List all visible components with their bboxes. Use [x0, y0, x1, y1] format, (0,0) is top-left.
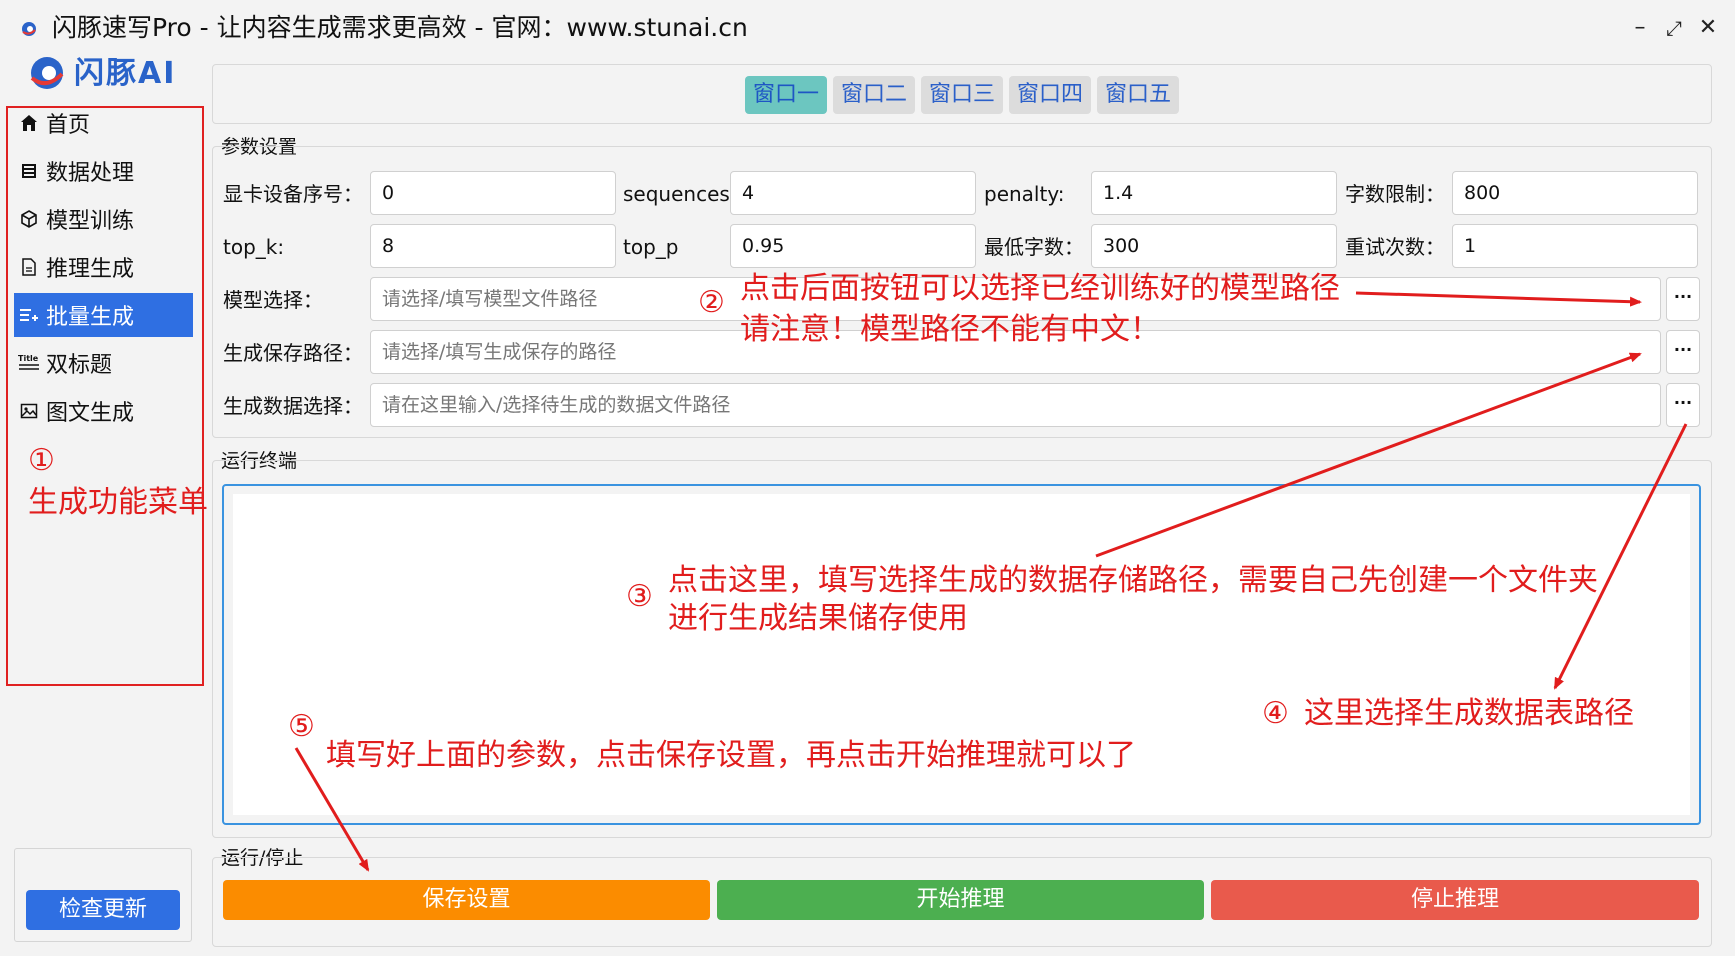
top-k-input[interactable]: 8 [370, 224, 616, 268]
tab-window-4[interactable]: 窗口四 [1009, 76, 1091, 114]
sidebar-item-batch-generate[interactable]: 批量生成 [14, 293, 193, 337]
sidebar-item-label: 推理生成 [46, 257, 135, 282]
annotation-3-line2: 进行生成结果储存使用 [668, 601, 968, 636]
annotation-2-line1: 点击后面按钮可以选择已经训练好的模型路径 [740, 271, 1340, 306]
gpu-index-input[interactable]: 0 [370, 171, 616, 215]
sidebar-item-label: 数据处理 [46, 161, 135, 186]
sidebar-item-label: 批量生成 [46, 305, 135, 330]
tab-window-2[interactable]: 窗口二 [833, 76, 915, 114]
sidebar-item-image-text[interactable]: 图文生成 [14, 389, 193, 433]
cube-icon [18, 208, 40, 230]
tab-window-1[interactable]: 窗口一 [745, 76, 827, 114]
annotation-5-number: ⑤ [288, 709, 315, 744]
sidebar-item-label: 双标题 [46, 353, 113, 378]
start-inference-button[interactable]: 开始推理 [717, 880, 1204, 920]
word-limit-input[interactable]: 800 [1452, 171, 1698, 215]
home-icon [18, 112, 40, 134]
close-icon[interactable]: ✕ [1694, 14, 1722, 42]
retry-count-label: 重试次数： [1345, 235, 1445, 259]
check-update-button[interactable]: 检查更新 [26, 890, 180, 930]
min-words-label: 最低字数： [984, 235, 1084, 259]
top-k-label: top_k: [223, 235, 285, 259]
sidebar-item-dual-title[interactable]: Title 双标题 [14, 341, 193, 385]
svg-text:Title: Title [18, 354, 39, 363]
document-icon [18, 256, 40, 278]
save-settings-button[interactable]: 保存设置 [223, 880, 710, 920]
annotation-3-line1: 点击这里，填写选择生成的数据存储路径，需要自己先创建一个文件夹 [668, 563, 1598, 598]
app-icon [22, 22, 36, 36]
logo-icon [30, 57, 64, 89]
sidebar-item-label: 首页 [46, 113, 91, 138]
sidebar-item-home[interactable]: 首页 [14, 101, 193, 145]
stop-inference-button[interactable]: 停止推理 [1211, 880, 1699, 920]
annotation-3-number: ③ [626, 579, 653, 614]
list-add-icon [18, 304, 40, 326]
window-title: 闪豚速写Pro - 让内容生成需求更高效 - 官网：www.stunai.cn [52, 13, 748, 42]
sidebar-item-label: 图文生成 [46, 401, 135, 426]
annotation-1-number: ① [28, 443, 55, 478]
annotation-2-line2: 请注意！模型路径不能有中文！ [740, 312, 1160, 347]
tab-window-5[interactable]: 窗口五 [1097, 76, 1179, 114]
top-p-label: top_p [623, 235, 679, 259]
model-path-label: 模型选择： [223, 288, 323, 312]
title-icon: Title [18, 352, 40, 374]
gpu-index-label: 显卡设备序号： [223, 182, 363, 206]
penalty-input[interactable]: 1.4 [1091, 171, 1337, 215]
penalty-label: penalty: [984, 182, 1065, 206]
annotation-1-text: 生成功能菜单 [28, 485, 208, 520]
data-file-label: 生成数据选择： [223, 394, 363, 418]
sidebar-item-inference[interactable]: 推理生成 [14, 245, 193, 289]
tab-window-3[interactable]: 窗口三 [921, 76, 1003, 114]
save-path-browse-button[interactable]: ··· [1666, 330, 1700, 374]
retry-count-input[interactable]: 1 [1452, 224, 1698, 268]
word-limit-label: 字数限制： [1345, 182, 1445, 206]
annotation-4-text: 这里选择生成数据表路径 [1304, 696, 1634, 731]
top-p-input[interactable]: 0.95 [730, 224, 976, 268]
image-icon [18, 400, 40, 422]
sequences-input[interactable]: 4 [730, 171, 976, 215]
maximize-icon[interactable]: ⤢ [1660, 14, 1688, 42]
model-path-browse-button[interactable]: ··· [1666, 277, 1700, 321]
sidebar-item-label: 模型训练 [46, 209, 135, 234]
annotation-2-number: ② [698, 285, 725, 320]
annotation-5-text: 填写好上面的参数，点击保存设置，再点击开始推理就可以了 [326, 738, 1136, 773]
save-path-label: 生成保存路径： [223, 341, 363, 365]
sidebar-item-model-training[interactable]: 模型训练 [14, 197, 193, 241]
min-words-input[interactable]: 300 [1091, 224, 1337, 268]
minimize-icon[interactable]: – [1626, 14, 1654, 42]
data-file-input[interactable]: 请在这里输入/选择待生成的数据文件路径 [370, 383, 1661, 427]
data-file-browse-button[interactable]: ··· [1666, 383, 1700, 427]
sidebar-item-data-processing[interactable]: 数据处理 [14, 149, 193, 193]
annotation-4-number: ④ [1262, 696, 1289, 731]
database-icon [18, 160, 40, 182]
logo-text: 闪豚AI [74, 56, 177, 91]
sequences-label: sequences: [623, 182, 737, 206]
